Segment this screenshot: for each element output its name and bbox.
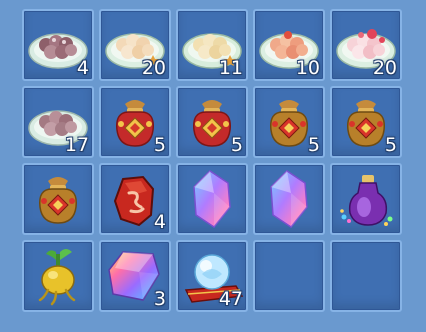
item-count: 4	[153, 211, 166, 233]
item-count: 20	[372, 57, 397, 79]
item-count: 11	[218, 57, 243, 79]
item-count: 5	[153, 134, 166, 156]
rainbow-crystal-icon	[270, 170, 308, 229]
inventory-slot[interactable]: 5	[330, 86, 402, 158]
inventory-grid: 4 20 11 10 20 17 5 5 5 5 4 3 47	[0, 0, 426, 332]
inventory-slot[interactable]	[330, 163, 402, 235]
inventory-slot[interactable]: 5	[253, 86, 325, 158]
item-count: 5	[230, 134, 243, 156]
golden-root-sprout-icon	[38, 249, 76, 306]
inventory-slot[interactable]: 10	[253, 9, 325, 81]
inventory-slot[interactable]: 47	[176, 240, 248, 312]
rainbow-crystal-icon	[193, 170, 231, 229]
inventory-slot[interactable]	[253, 163, 325, 235]
inventory-slot[interactable]: 11	[176, 9, 248, 81]
item-count: 10	[295, 57, 320, 79]
item-count: 3	[153, 288, 166, 310]
inventory-slot[interactable]	[22, 163, 94, 235]
inventory-slot[interactable]: 5	[176, 86, 248, 158]
inventory-slot[interactable]: 5	[99, 86, 171, 158]
inventory-slot[interactable]: 20	[330, 9, 402, 81]
inventory-slot-empty[interactable]	[253, 240, 325, 312]
inventory-slot[interactable]: 4	[22, 9, 94, 81]
inventory-slot[interactable]: 3	[99, 240, 171, 312]
inventory-slot[interactable]	[176, 163, 248, 235]
golden-lucky-bag-icon	[39, 177, 77, 224]
item-count: 5	[384, 134, 397, 156]
inventory-slot[interactable]: 17	[22, 86, 94, 158]
purple-potion-vase-icon	[340, 175, 393, 226]
item-count: 20	[141, 57, 166, 79]
item-count: 47	[218, 288, 243, 310]
inventory-slot[interactable]: 20	[99, 9, 171, 81]
item-count: 4	[76, 57, 89, 79]
inventory-slot[interactable]	[22, 240, 94, 312]
inventory-slot[interactable]: 4	[99, 163, 171, 235]
item-count: 17	[64, 134, 89, 156]
item-count: 5	[307, 134, 320, 156]
inventory-slot-empty[interactable]	[330, 240, 402, 312]
